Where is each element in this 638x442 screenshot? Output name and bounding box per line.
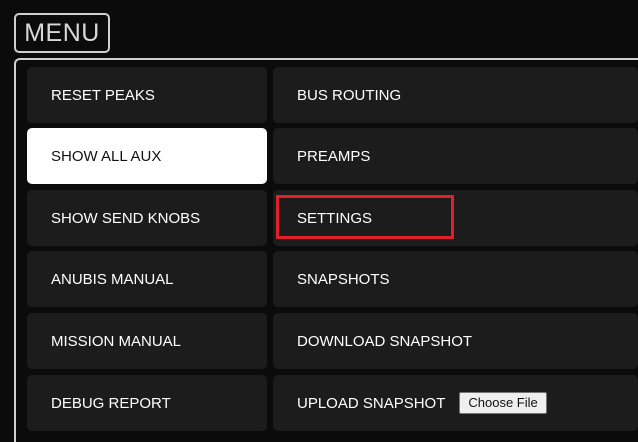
- preamps-button[interactable]: PREAMPS: [273, 128, 638, 184]
- mission-manual-button[interactable]: MISSION MANUAL: [27, 313, 267, 369]
- debug-report-button[interactable]: DEBUG REPORT: [27, 375, 267, 431]
- settings-button[interactable]: SETTINGS: [273, 190, 638, 246]
- upload-snapshot-label: UPLOAD SNAPSHOT: [297, 394, 446, 412]
- menu-title: MENU: [14, 13, 110, 53]
- bus-routing-button[interactable]: BUS ROUTING: [273, 67, 638, 123]
- download-snapshot-button[interactable]: DOWNLOAD SNAPSHOT: [273, 313, 638, 369]
- anubis-manual-button[interactable]: ANUBIS MANUAL: [27, 251, 267, 307]
- choose-file-button[interactable]: Choose File: [459, 392, 547, 414]
- snapshots-button[interactable]: SNAPSHOTS: [273, 251, 638, 307]
- upload-snapshot-row: UPLOAD SNAPSHOT Choose File: [273, 375, 638, 431]
- show-all-aux-button[interactable]: SHOW ALL AUX: [27, 128, 267, 184]
- menu-screen: MENU RESET PEAKS BUS ROUTING SHOW ALL AU…: [0, 0, 638, 442]
- reset-peaks-button[interactable]: RESET PEAKS: [27, 67, 267, 123]
- show-send-knobs-button[interactable]: SHOW SEND KNOBS: [27, 190, 267, 246]
